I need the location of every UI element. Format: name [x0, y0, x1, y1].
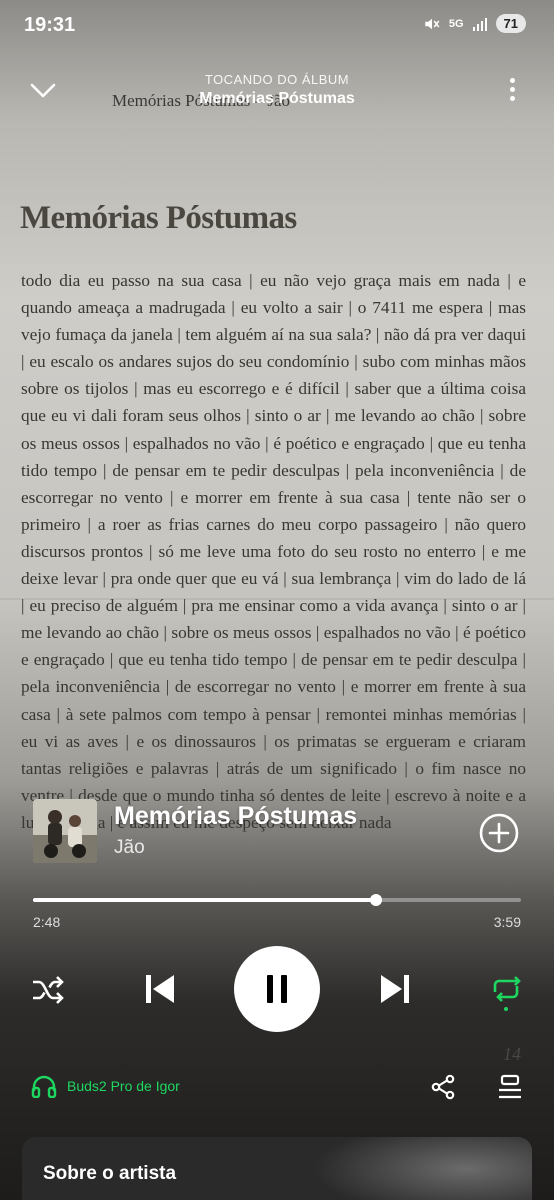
mute-icon — [425, 18, 440, 29]
skip-previous-icon[interactable] — [143, 972, 177, 1006]
progress-fill — [33, 898, 376, 902]
more-options-icon[interactable] — [508, 78, 516, 104]
battery-badge: 71 — [495, 14, 526, 33]
add-to-library-icon[interactable] — [478, 812, 520, 854]
progress-knob[interactable] — [369, 894, 382, 906]
album-cover[interactable] — [33, 799, 97, 863]
shuffle-icon[interactable] — [31, 974, 65, 1006]
status-bar: 19:31 5G 71 — [0, 0, 554, 50]
about-artist-title: Sobre o artista — [43, 1163, 177, 1184]
signal-icon — [472, 17, 487, 31]
about-artist-card[interactable]: Sobre o artista — [22, 1137, 532, 1200]
share-icon[interactable] — [430, 1074, 456, 1100]
progress-bar[interactable] — [33, 894, 521, 906]
current-time: 2:48 — [33, 914, 61, 930]
playing-context-album[interactable]: Memórias Póstumas — [0, 90, 554, 108]
headphones-icon — [31, 1075, 57, 1098]
page-number: 14 — [503, 1044, 521, 1064]
status-icons: 5G 71 — [423, 14, 526, 33]
play-pause-button[interactable] — [234, 946, 320, 1032]
playing-context-label: TOCANDO DO ÁLBUM — [204, 72, 350, 87]
queue-icon[interactable] — [497, 1074, 523, 1100]
repeat-icon[interactable] — [489, 972, 523, 1012]
device-label: Buds2 Pro de Igor — [67, 1078, 180, 1094]
paper-title: Memórias Póstumas — [20, 200, 297, 236]
track-title[interactable]: Memórias Póstumas — [114, 802, 357, 831]
total-time: 3:59 — [493, 914, 521, 930]
pause-icon — [267, 975, 287, 1003]
track-artist[interactable]: Jão — [114, 837, 145, 859]
connected-device[interactable]: Buds2 Pro de Igor — [31, 1074, 180, 1098]
skip-next-icon[interactable] — [378, 972, 412, 1006]
artist-photo — [312, 1137, 532, 1200]
lyrics-text: todo dia eu passo na sua casa | eu não v… — [21, 271, 526, 832]
network-label: 5G — [448, 17, 464, 30]
status-time: 19:31 — [24, 14, 76, 36]
